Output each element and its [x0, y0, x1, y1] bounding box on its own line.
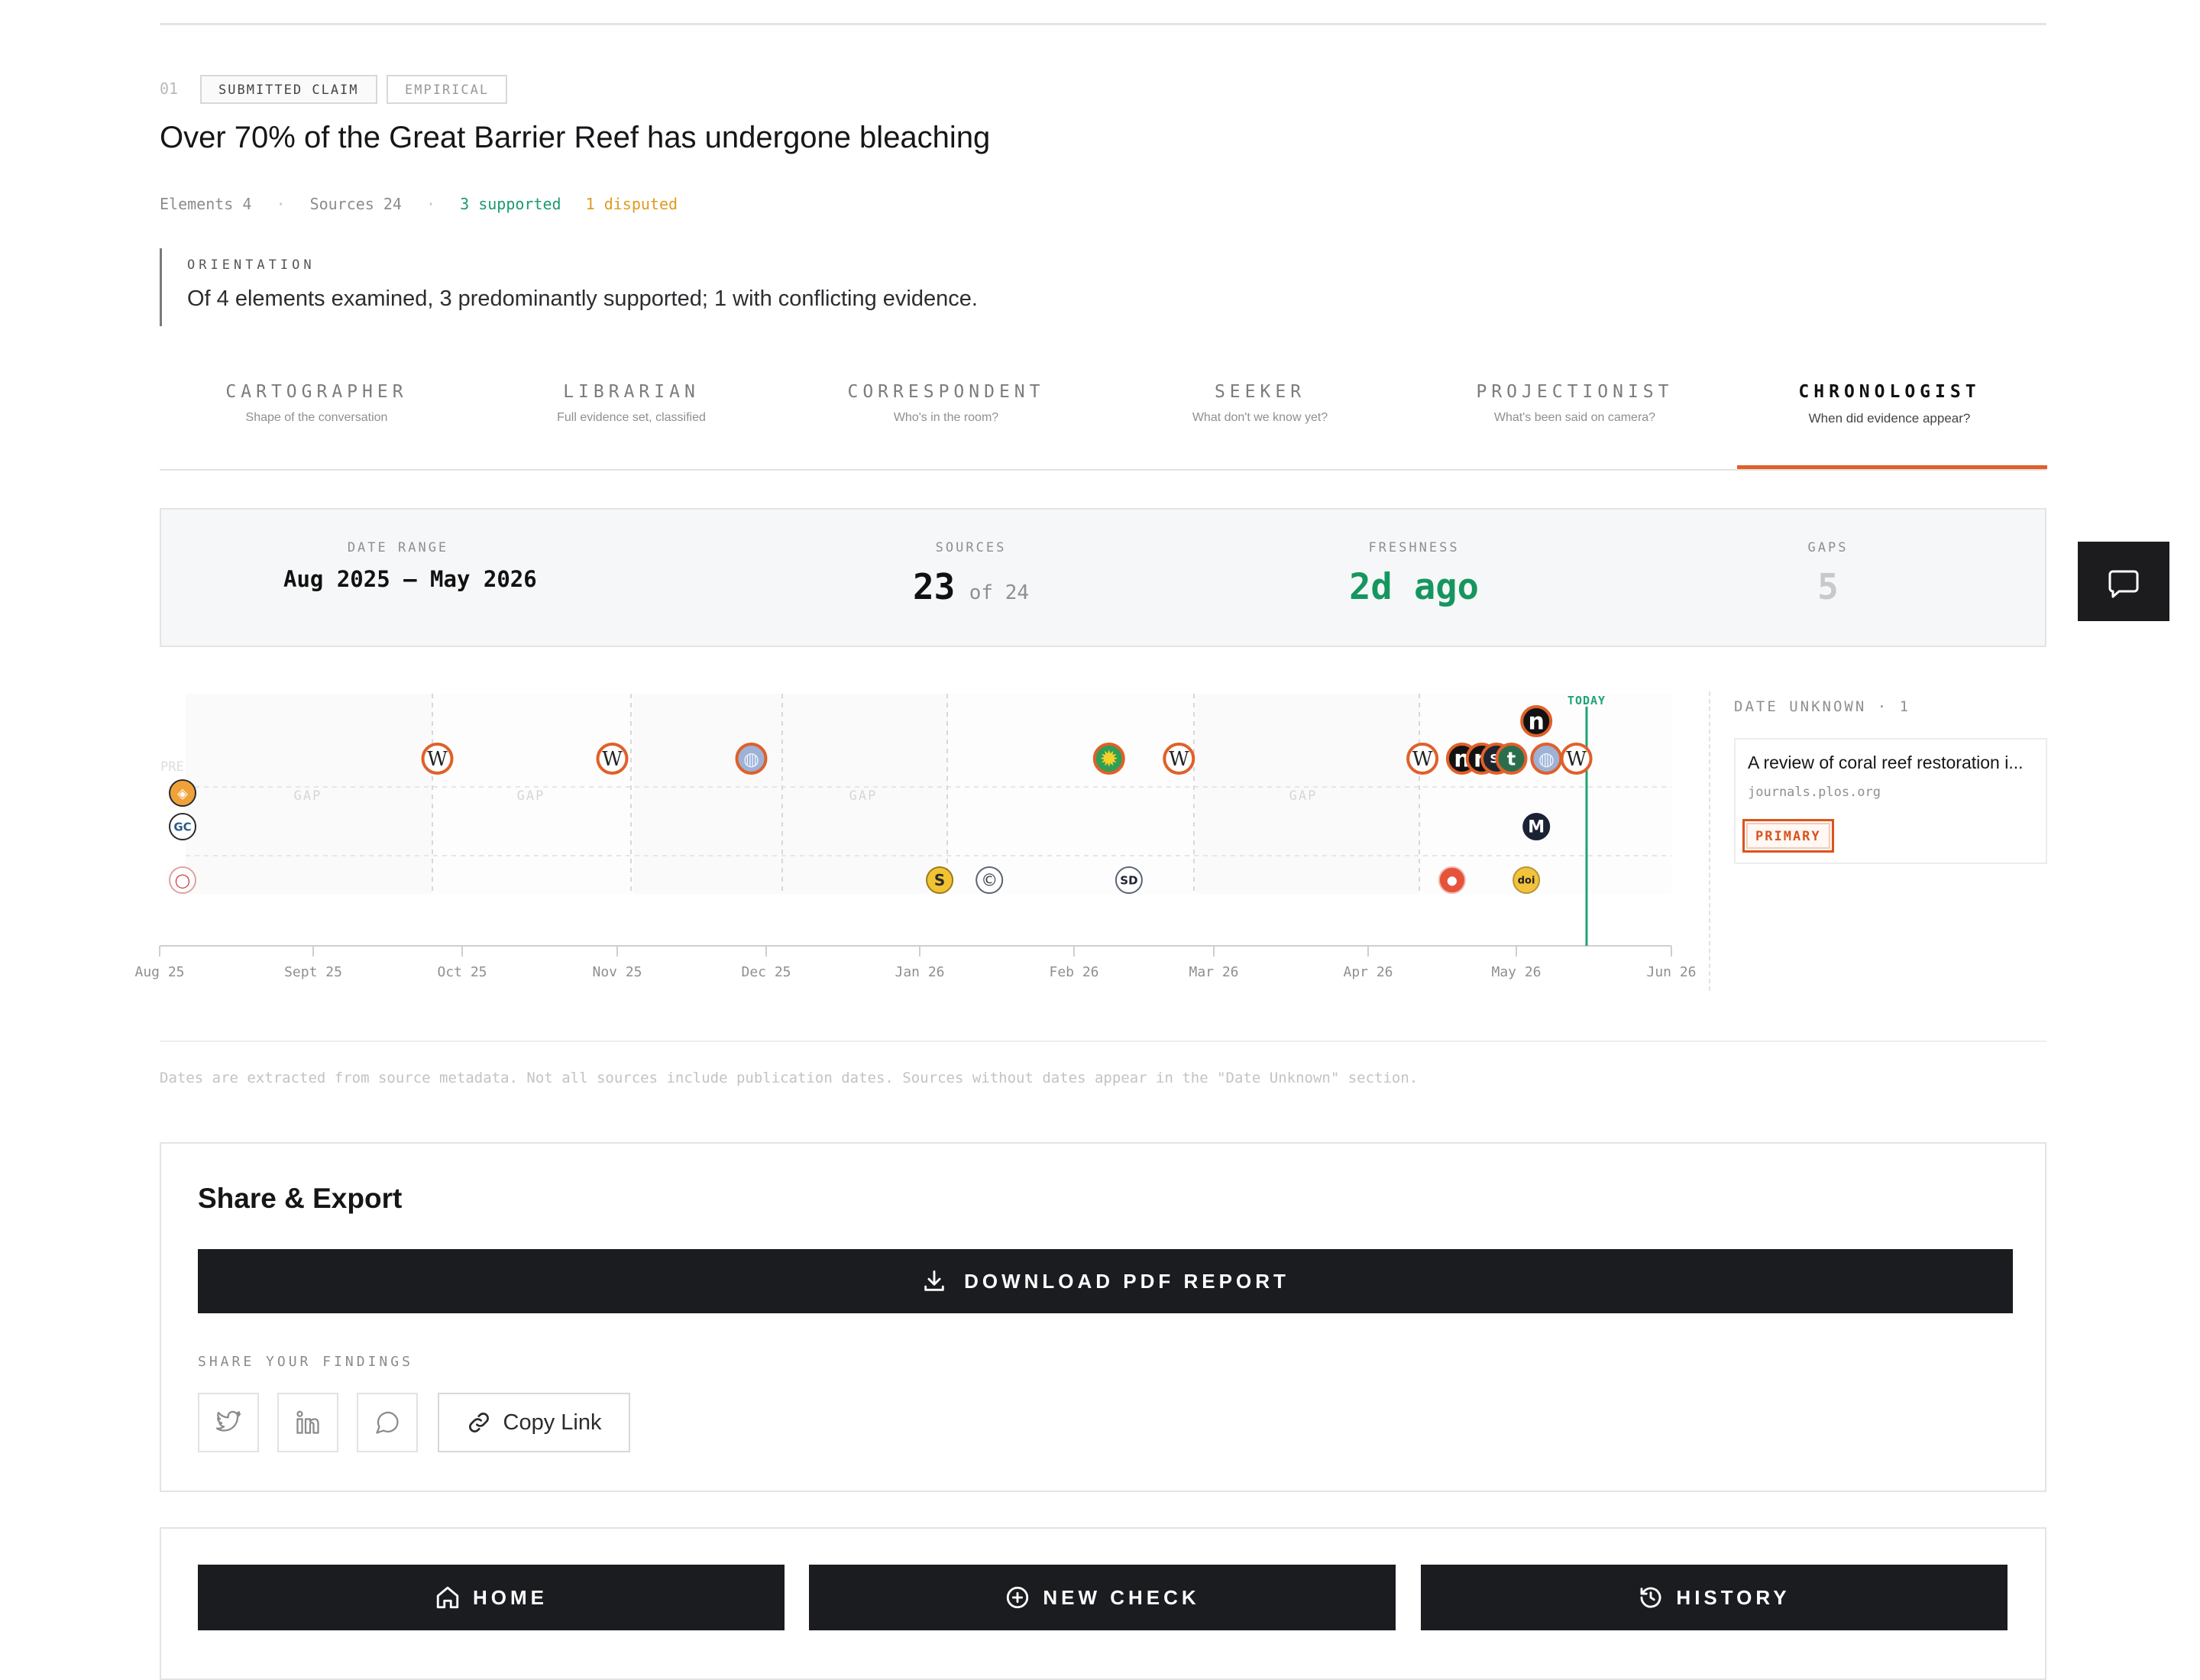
wikipedia-icon[interactable]: W — [1163, 743, 1195, 775]
copy-link-button[interactable]: Copy Link — [438, 1393, 630, 1452]
x-tick-label: May 26 — [1491, 964, 1541, 980]
source-glyph: SD — [1120, 873, 1137, 887]
gap-label: GAP — [517, 788, 545, 804]
download-icon — [924, 1270, 944, 1291]
share-export-title: Share & Export — [198, 1183, 403, 1214]
source-glyph: ◯ — [175, 872, 190, 889]
gc-source-icon[interactable]: GC — [169, 813, 196, 840]
source-domain: journals.plos.org — [1748, 785, 1881, 800]
wikipedia-icon[interactable]: W — [1560, 743, 1593, 775]
download-label: DOWNLOAD PDF REPORT — [964, 1269, 1289, 1293]
history-label: HISTORY — [1676, 1585, 1791, 1609]
wikipedia-icon[interactable]: W — [596, 743, 629, 775]
link-icon — [468, 1413, 489, 1432]
copy-link-label: Copy Link — [503, 1410, 602, 1435]
source-glyph: t — [1507, 748, 1516, 769]
timeline-background: GAP GAP GAP GAP PRE — [160, 694, 1671, 894]
source-glyph: W — [1566, 748, 1587, 771]
s-source-icon[interactable]: S — [926, 866, 954, 894]
linkedin-icon — [296, 1410, 319, 1434]
source-glyph: M — [1528, 818, 1545, 837]
x-tick-label: Mar 26 — [1189, 964, 1238, 980]
sd-source-icon[interactable]: SD — [1115, 866, 1143, 894]
source-glyph: W — [1169, 748, 1189, 771]
pre-label: PRE — [160, 759, 184, 775]
new-check-button[interactable]: NEW CHECK — [809, 1565, 1396, 1630]
source-glyph: doi — [1518, 876, 1535, 887]
source-glyph: ◍ — [1538, 748, 1555, 769]
reddit-icon[interactable]: ● — [1438, 866, 1466, 894]
source-glyph: ◍ — [743, 748, 759, 769]
source-glyph: © — [981, 872, 998, 891]
t-source-icon[interactable]: t — [1495, 743, 1528, 775]
x-tick-label: Sept 25 — [284, 964, 342, 980]
source-glyph: ◈ — [177, 785, 188, 801]
wikipedia-icon[interactable]: W — [1406, 743, 1439, 775]
c-source-icon[interactable]: © — [975, 866, 1004, 894]
wikipedia-icon[interactable]: W — [421, 743, 454, 775]
twitter-icon — [215, 1410, 241, 1432]
x-tick-label: Feb 26 — [1049, 964, 1098, 980]
plus-circle-icon — [1007, 1586, 1029, 1609]
gap-label: GAP — [1289, 788, 1318, 804]
m-source-icon[interactable]: M — [1522, 813, 1551, 840]
x-tick-label: Jun 26 — [1646, 964, 1696, 980]
home-icon — [436, 1586, 459, 1609]
source-glyph: ✹ — [1099, 746, 1118, 773]
source-glyph: W — [602, 748, 623, 771]
doi-icon[interactable]: doi — [1512, 866, 1541, 894]
source-glyph: S — [934, 871, 945, 889]
x-tick-label: Apr 26 — [1343, 964, 1393, 980]
x-tick-label: Oct 25 — [437, 964, 487, 980]
source-glyph: n — [1529, 709, 1545, 736]
sun-source-icon[interactable]: ✹ — [1092, 743, 1125, 775]
chat-bubble-source-icon[interactable]: ◯ — [169, 866, 196, 894]
x-tick-label: Dec 25 — [741, 964, 791, 980]
source-glyph: ● — [1447, 873, 1458, 888]
source-title[interactable]: A review of coral reef restoration i... — [1748, 753, 2024, 773]
gap-label: GAP — [294, 788, 322, 804]
timeline-footnote: Dates are extracted from source metadata… — [160, 1070, 1419, 1086]
new-check-label: NEW CHECK — [1043, 1585, 1200, 1609]
date-unknown-divider — [1709, 691, 1710, 991]
primary-badge: PRIMARY — [1742, 819, 1834, 853]
globe-icon[interactable]: ◍ — [735, 743, 768, 775]
x-tick-label: Jan 26 — [895, 964, 944, 980]
date-unknown-label: DATE UNKNOWN · 1 — [1734, 698, 1911, 715]
gap-label: GAP — [849, 788, 878, 804]
home-button[interactable]: HOME — [198, 1565, 785, 1630]
share-twitter-button[interactable] — [198, 1393, 259, 1452]
chart-divider — [160, 1041, 2046, 1042]
n-source-icon[interactable]: n — [1520, 705, 1553, 737]
globe-icon[interactable]: ◍ — [1530, 743, 1563, 775]
share-findings-label: SHARE YOUR FINDINGS — [198, 1354, 413, 1370]
history-button[interactable]: HISTORY — [1421, 1565, 2007, 1630]
today-label: TODAY — [1568, 694, 1606, 707]
message-circle-icon — [376, 1411, 399, 1434]
x-tick-label: Aug 25 — [134, 964, 184, 980]
history-icon — [1640, 1587, 1661, 1608]
source-glyph: W — [1412, 748, 1433, 771]
share-message-button[interactable] — [357, 1393, 418, 1452]
source-glyph: GC — [173, 820, 191, 834]
home-label: HOME — [473, 1585, 548, 1609]
generic-orange-source-icon[interactable]: ◈ — [169, 779, 196, 807]
timeline-band — [186, 694, 1671, 894]
download-pdf-button[interactable]: DOWNLOAD PDF REPORT — [198, 1249, 2013, 1313]
x-tick-label: Nov 25 — [592, 964, 642, 980]
share-linkedin-button[interactable] — [277, 1393, 338, 1452]
source-glyph: W — [427, 748, 448, 771]
